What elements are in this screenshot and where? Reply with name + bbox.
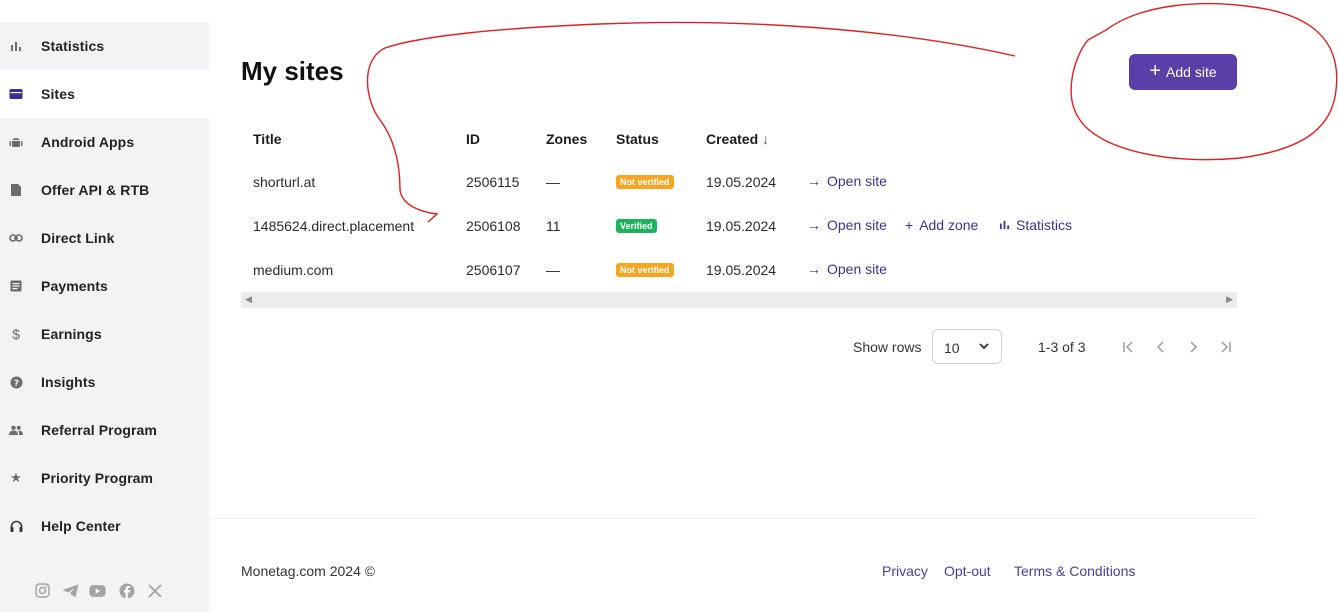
- column-header-status[interactable]: Status: [616, 131, 659, 147]
- sidebar-item-label: Insights: [41, 374, 96, 390]
- last-page-icon[interactable]: [1216, 338, 1234, 356]
- youtube-icon[interactable]: [89, 582, 106, 599]
- cell-title: 1485624.direct.placement: [253, 218, 415, 234]
- bar-chart-icon: [9, 39, 23, 53]
- android-icon: [9, 135, 23, 149]
- sidebar-item-label: Sites: [41, 86, 75, 102]
- page-title: My sites: [241, 56, 344, 86]
- horizontal-scrollbar[interactable]: ◀ ▶: [241, 292, 1237, 308]
- list-document-icon: [9, 279, 23, 293]
- help-circle-icon: ?: [9, 375, 23, 389]
- sidebar-item-label: Android Apps: [41, 134, 135, 150]
- sidebar-item-statistics[interactable]: Statistics: [0, 22, 209, 70]
- sidebar-item-direct-link[interactable]: Direct Link: [0, 214, 209, 262]
- dollar-icon: $: [12, 326, 20, 342]
- add-zone-label: Add zone: [919, 217, 979, 233]
- sidebar-item-offer-api-rtb[interactable]: Offer API & RTB: [0, 166, 209, 214]
- pagination-range: 1-3 of 3: [1038, 339, 1086, 355]
- sidebar-item-label: Statistics: [41, 38, 105, 54]
- first-page-icon[interactable]: [1120, 338, 1138, 356]
- column-header-created[interactable]: Created ↓: [706, 131, 769, 147]
- cell-id: 2506107: [466, 262, 521, 278]
- column-header-created-label: Created: [706, 131, 759, 147]
- add-zone-link[interactable]: + Add zone: [905, 217, 978, 233]
- sidebar-item-android-apps[interactable]: Android Apps: [0, 118, 209, 166]
- scroll-left-icon[interactable]: ◀: [245, 294, 252, 305]
- sidebar-item-label: Payments: [41, 278, 108, 294]
- cell-title: medium.com: [253, 262, 334, 278]
- rows-per-page-value: 10: [944, 340, 960, 356]
- document-icon: [9, 183, 23, 197]
- headset-icon: [9, 519, 23, 533]
- top-bar: [0, 0, 1258, 22]
- sidebar-item-label: Referral Program: [41, 422, 157, 438]
- add-site-label: Add site: [1166, 64, 1217, 80]
- plus-icon: +: [1149, 60, 1162, 82]
- telegram-icon[interactable]: [62, 582, 79, 599]
- open-site-link[interactable]: → Open site: [807, 261, 887, 277]
- status-badge: Not verified: [616, 175, 674, 189]
- sort-down-icon: ↓: [762, 131, 770, 147]
- previous-page-icon[interactable]: [1152, 338, 1170, 356]
- people-icon: [9, 423, 23, 437]
- add-site-button[interactable]: + Add site: [1129, 54, 1237, 90]
- open-site-link[interactable]: → Open site: [807, 217, 887, 233]
- open-site-label: Open site: [827, 173, 887, 189]
- instagram-icon[interactable]: [34, 582, 51, 599]
- arrow-right-icon: →: [807, 173, 821, 189]
- open-site-link[interactable]: → Open site: [807, 173, 887, 189]
- arrow-right-icon: →: [807, 217, 821, 233]
- sidebar-item-label: Offer API & RTB: [41, 182, 150, 198]
- browser-window-icon: [9, 87, 23, 101]
- column-header-id[interactable]: ID: [466, 131, 480, 147]
- copyright-text: Monetag.com 2024 ©: [241, 563, 376, 579]
- statistics-link[interactable]: Statistics: [999, 217, 1072, 233]
- terms-conditions-link[interactable]: Terms & Conditions: [1014, 563, 1135, 579]
- sidebar-item-payments[interactable]: Payments: [0, 262, 209, 310]
- rows-per-page-select[interactable]: 10: [932, 329, 1002, 364]
- sidebar-item-label: Help Center: [41, 518, 121, 534]
- bar-chart-icon: [999, 217, 1010, 233]
- star-icon: ★: [10, 470, 22, 485]
- cell-zones: —: [546, 262, 560, 278]
- sidebar-item-help-center[interactable]: Help Center: [0, 502, 209, 550]
- cell-zones: 11: [546, 218, 561, 234]
- sidebar-item-label: Earnings: [41, 326, 102, 342]
- status-badge: Verified: [616, 219, 657, 233]
- sidebar-item-label: Direct Link: [41, 230, 115, 246]
- sidebar-item-earnings[interactable]: $ Earnings: [0, 310, 209, 358]
- cell-created: 19.05.2024: [706, 262, 777, 278]
- chevron-down-icon: [977, 339, 991, 358]
- column-header-title[interactable]: Title: [253, 131, 282, 147]
- cell-created: 19.05.2024: [706, 174, 777, 190]
- cell-zones: —: [546, 174, 560, 190]
- scroll-right-icon[interactable]: ▶: [1226, 294, 1233, 305]
- sidebar-item-referral-program[interactable]: Referral Program: [0, 406, 209, 454]
- privacy-link[interactable]: Privacy: [882, 563, 928, 579]
- x-icon[interactable]: [146, 582, 163, 599]
- arrow-right-icon: →: [807, 261, 821, 277]
- cell-id: 2506108: [466, 218, 521, 234]
- app-root: Statistics Sites Android Apps Offer API …: [0, 0, 1338, 612]
- svg-text:?: ?: [13, 379, 18, 389]
- cell-id: 2506115: [466, 174, 520, 190]
- sidebar-item-sites[interactable]: Sites: [0, 70, 209, 118]
- cell-created: 19.05.2024: [706, 218, 777, 234]
- sidebar-item-label: Priority Program: [41, 470, 154, 486]
- sidebar-item-priority-program[interactable]: ★ Priority Program: [0, 454, 209, 502]
- column-header-zones[interactable]: Zones: [546, 131, 587, 147]
- cell-title: shorturl.at: [253, 174, 316, 190]
- open-site-label: Open site: [827, 217, 887, 233]
- status-badge: Not verified: [616, 263, 674, 277]
- open-site-label: Open site: [827, 261, 887, 277]
- link-icon: [9, 231, 23, 245]
- plus-icon: +: [905, 217, 914, 233]
- opt-out-link[interactable]: Opt-out: [944, 563, 991, 579]
- facebook-icon[interactable]: [118, 582, 135, 599]
- statistics-label: Statistics: [1016, 217, 1073, 233]
- sidebar-item-insights[interactable]: ? Insights: [0, 358, 209, 406]
- show-rows-label: Show rows: [853, 339, 922, 355]
- next-page-icon[interactable]: [1184, 338, 1202, 356]
